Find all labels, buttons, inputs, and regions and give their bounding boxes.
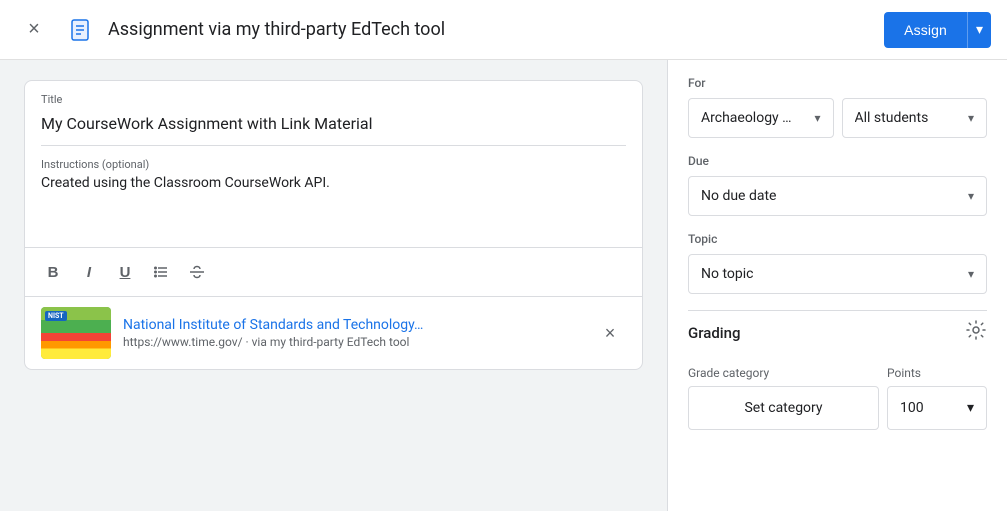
close-icon: × [605, 323, 616, 344]
class-value: Archaeology … [701, 110, 810, 126]
instructions-label: Instructions (optional) [41, 158, 626, 171]
for-label: For [688, 76, 987, 90]
due-label: Due [688, 154, 987, 168]
class-select[interactable]: Archaeology … ▾ [688, 98, 834, 138]
set-category-label: Set category [744, 400, 822, 416]
topic-value: No topic [701, 266, 964, 282]
chevron-down-icon: ▾ [967, 400, 974, 416]
right-panel: For Archaeology … ▾ All students ▾ Due N… [667, 60, 1007, 511]
underline-button[interactable]: U [109, 256, 141, 288]
gear-icon[interactable] [965, 319, 987, 346]
grading-header: Grading [688, 310, 987, 354]
formatting-toolbar: B I U [25, 247, 642, 296]
main-layout: Title Instructions (optional) Created us… [0, 60, 1007, 511]
assignment-card: Title Instructions (optional) Created us… [24, 80, 643, 370]
doc-icon [64, 14, 96, 46]
page-title: Assignment via my third-party EdTech too… [108, 19, 872, 40]
attachment-item: NIST National Institute of Standards and… [25, 296, 642, 369]
topbar: × Assignment via my third-party EdTech t… [0, 0, 1007, 60]
students-select[interactable]: All students ▾ [842, 98, 988, 138]
attachment-title[interactable]: National Institute of Standards and Tech… [123, 317, 582, 333]
for-selects-row: Archaeology … ▾ All students ▾ [688, 98, 987, 138]
grade-category-field: Grade category Set category [688, 366, 879, 430]
instructions-section: Instructions (optional) Created using th… [25, 146, 642, 247]
points-field-wrapper: Points 100 ▾ [887, 366, 987, 430]
topic-label: Topic [688, 232, 987, 246]
left-panel: Title Instructions (optional) Created us… [0, 60, 667, 511]
chevron-down-icon: ▾ [968, 267, 974, 281]
title-input[interactable] [41, 110, 626, 137]
set-category-button[interactable]: Set category [688, 386, 879, 430]
assign-dropdown-button[interactable]: ▾ [967, 12, 991, 48]
close-button[interactable]: × [16, 12, 52, 48]
topic-section: Topic No topic ▾ [688, 232, 987, 294]
italic-button[interactable]: I [73, 256, 105, 288]
bold-button[interactable]: B [37, 256, 69, 288]
due-date-value: No due date [701, 188, 964, 204]
due-date-select[interactable]: No due date ▾ [688, 176, 987, 216]
points-value: 100 [900, 400, 924, 416]
grading-fields-row: Grade category Set category Points 100 ▾ [688, 366, 987, 430]
chevron-down-icon: ▾ [976, 21, 983, 38]
grading-section: Grading Grade category Set category Poi [688, 310, 987, 430]
attachment-info: National Institute of Standards and Tech… [123, 317, 582, 349]
students-value: All students [855, 110, 964, 126]
topic-select[interactable]: No topic ▾ [688, 254, 987, 294]
assign-button[interactable]: Assign [884, 12, 967, 48]
chevron-down-icon: ▾ [814, 111, 820, 125]
instructions-text[interactable]: Created using the Classroom CourseWork A… [41, 175, 626, 235]
points-label: Points [887, 366, 987, 380]
due-section: Due No due date ▾ [688, 154, 987, 216]
attachment-url: https://www.time.gov/ · via my third-par… [123, 335, 582, 349]
grading-label: Grading [688, 324, 740, 342]
for-section: For Archaeology … ▾ All students ▾ [688, 76, 987, 138]
points-select[interactable]: 100 ▾ [887, 386, 987, 430]
chevron-down-icon: ▾ [968, 111, 974, 125]
list-button[interactable] [145, 256, 177, 288]
attachment-thumbnail: NIST [41, 307, 111, 359]
strikethrough-button[interactable] [181, 256, 213, 288]
remove-attachment-button[interactable]: × [594, 317, 626, 349]
grade-category-label: Grade category [688, 366, 879, 380]
title-section: Title [25, 81, 642, 145]
assign-button-group: Assign ▾ [884, 12, 991, 48]
close-icon: × [28, 18, 40, 41]
title-label: Title [41, 93, 626, 106]
chevron-down-icon: ▾ [968, 189, 974, 203]
